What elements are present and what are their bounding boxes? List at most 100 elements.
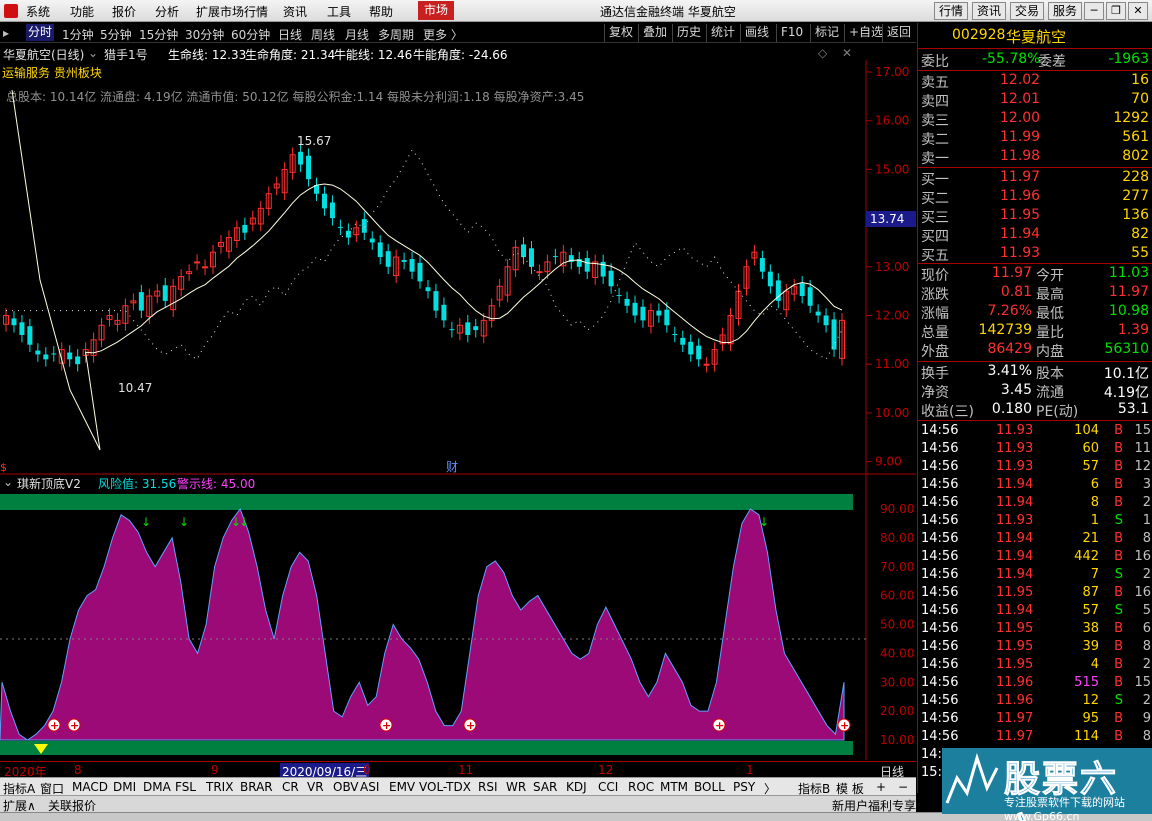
period-monthly[interactable]: 月线 [345,26,369,43]
candle-body[interactable] [441,304,447,321]
candle-body[interactable] [11,318,17,326]
indicator-tab[interactable]: PSY [733,780,755,794]
candle-body[interactable] [624,298,630,306]
indicator-tab[interactable]: TRIX [206,780,233,794]
tool-adjust[interactable]: 复权 [604,24,637,42]
oscillator-dropdown-icon[interactable]: ⌄ [3,475,13,489]
indicator-dropdown-icon[interactable]: ⌄ [88,46,98,60]
candle-body[interactable] [401,259,407,262]
top-button-news[interactable]: 资讯 [972,2,1007,20]
menu-market[interactable]: 市场 [418,1,455,20]
period-timeshare[interactable]: 分时 [26,24,55,41]
period-multi[interactable]: 多周期 [378,26,414,43]
finance-marker[interactable]: 财 [446,460,458,474]
period-60min[interactable]: 60分钟 [231,26,270,43]
candle-body[interactable] [51,353,57,355]
candle-body[interactable] [409,259,415,272]
tool-draw[interactable]: 画线 [740,24,773,42]
oscillator-name[interactable]: 琪新顶底V2 [17,475,81,492]
candle-body[interactable] [632,302,638,316]
period-more[interactable]: 更多 〉 [423,26,463,43]
period-daily[interactable]: 日线 [278,26,302,43]
indicator-tab[interactable]: DMI [113,780,136,794]
period-5min[interactable]: 5分钟 [100,26,132,43]
menu-extended-market[interactable]: 扩展市场行情 [196,3,268,20]
candle-body[interactable] [664,309,670,326]
candle-body[interactable] [298,151,304,165]
candle-body[interactable] [425,287,431,292]
menu-help[interactable]: 帮助 [369,3,393,20]
candle-body[interactable] [27,326,33,345]
minimize-icon[interactable]: ─ [1084,2,1104,20]
candle-body[interactable] [321,193,327,209]
candle-body[interactable] [640,306,646,321]
candle-body[interactable] [138,292,144,311]
indicator-tab[interactable]: RSI [478,780,498,794]
candle-body[interactable] [345,230,351,238]
top-button-quotes[interactable]: 行情 [934,2,969,20]
candle-body[interactable] [688,341,694,355]
candle-body[interactable] [521,244,527,258]
candle-body[interactable] [536,271,543,274]
candle-body[interactable] [329,202,335,219]
period-15min[interactable]: 15分钟 [139,26,178,43]
indicator-tab[interactable]: DMA [143,780,171,794]
candle-body[interactable] [608,270,614,287]
top-button-service[interactable]: 服务 [1048,2,1083,20]
candle-body[interactable] [465,322,471,335]
zoom-out-icon[interactable]: − [898,780,908,794]
menu-quote[interactable]: 报价 [112,3,136,20]
candle-body[interactable] [242,224,248,233]
candle-body[interactable] [35,350,41,355]
restore-icon[interactable]: ❐ [1106,2,1126,20]
candle-body[interactable] [703,363,710,366]
candle-body[interactable] [361,219,367,233]
tool-overlay[interactable]: 叠加 [638,24,671,42]
indicator-tab[interactable]: CCI [598,780,618,794]
candle-body[interactable] [807,287,813,306]
tool-add-favorite[interactable]: +自选 [844,24,887,42]
indicator-tab[interactable]: MACD [72,780,108,794]
candle-body[interactable] [815,311,821,316]
candle-body[interactable] [19,322,25,335]
period-1min[interactable]: 1分钟 [62,26,94,43]
panel-option-icon[interactable]: ◇ [818,46,827,60]
candle-body[interactable] [616,295,622,297]
candle-body[interactable] [162,285,168,301]
candle-body[interactable] [528,248,534,267]
tool-stats[interactable]: 统计 [706,24,739,42]
candle-body[interactable] [337,226,343,228]
tool-back[interactable]: 返回 [882,24,915,42]
close-icon[interactable]: ✕ [1128,2,1148,20]
candle-body[interactable] [67,352,73,360]
candle-body[interactable] [369,238,375,243]
candle-body[interactable] [759,258,765,272]
zoom-in-icon[interactable]: + [876,780,886,794]
menu-news[interactable]: 资讯 [283,3,307,20]
candle-body[interactable] [680,337,686,345]
indicator-tab[interactable]: EMV [389,780,415,794]
candle-body[interactable] [584,258,590,272]
indicator-tab[interactable]: VOL-TDX [419,780,471,794]
candle-body[interactable] [417,262,423,282]
tool-f10[interactable]: F10 [776,24,807,42]
candle-body[interactable] [385,251,391,267]
candle-body[interactable] [306,155,312,180]
chart-canvas[interactable]: 17.0016.0015.0014.0013.0012.0011.0010.00… [0,60,916,762]
indicator-tab[interactable]: SAR [533,780,557,794]
candle-body[interactable] [202,266,209,269]
event-marker[interactable]: $ [0,461,7,474]
candle-body[interactable] [377,242,383,258]
candle-body[interactable] [799,283,805,297]
tool-history[interactable]: 历史 [672,24,705,42]
candle-body[interactable] [433,291,439,311]
indicator-tab[interactable]: MTM [660,780,688,794]
menu-function[interactable]: 功能 [70,3,94,20]
candle-body[interactable] [696,345,702,360]
candle-body[interactable] [43,354,49,360]
period-weekly[interactable]: 周线 [311,26,335,43]
indicator-tab[interactable]: OBV [333,780,359,794]
top-button-trade[interactable]: 交易 [1010,2,1045,20]
indicator-tab[interactable]: ASI [360,780,379,794]
candle-body[interactable] [75,356,81,365]
